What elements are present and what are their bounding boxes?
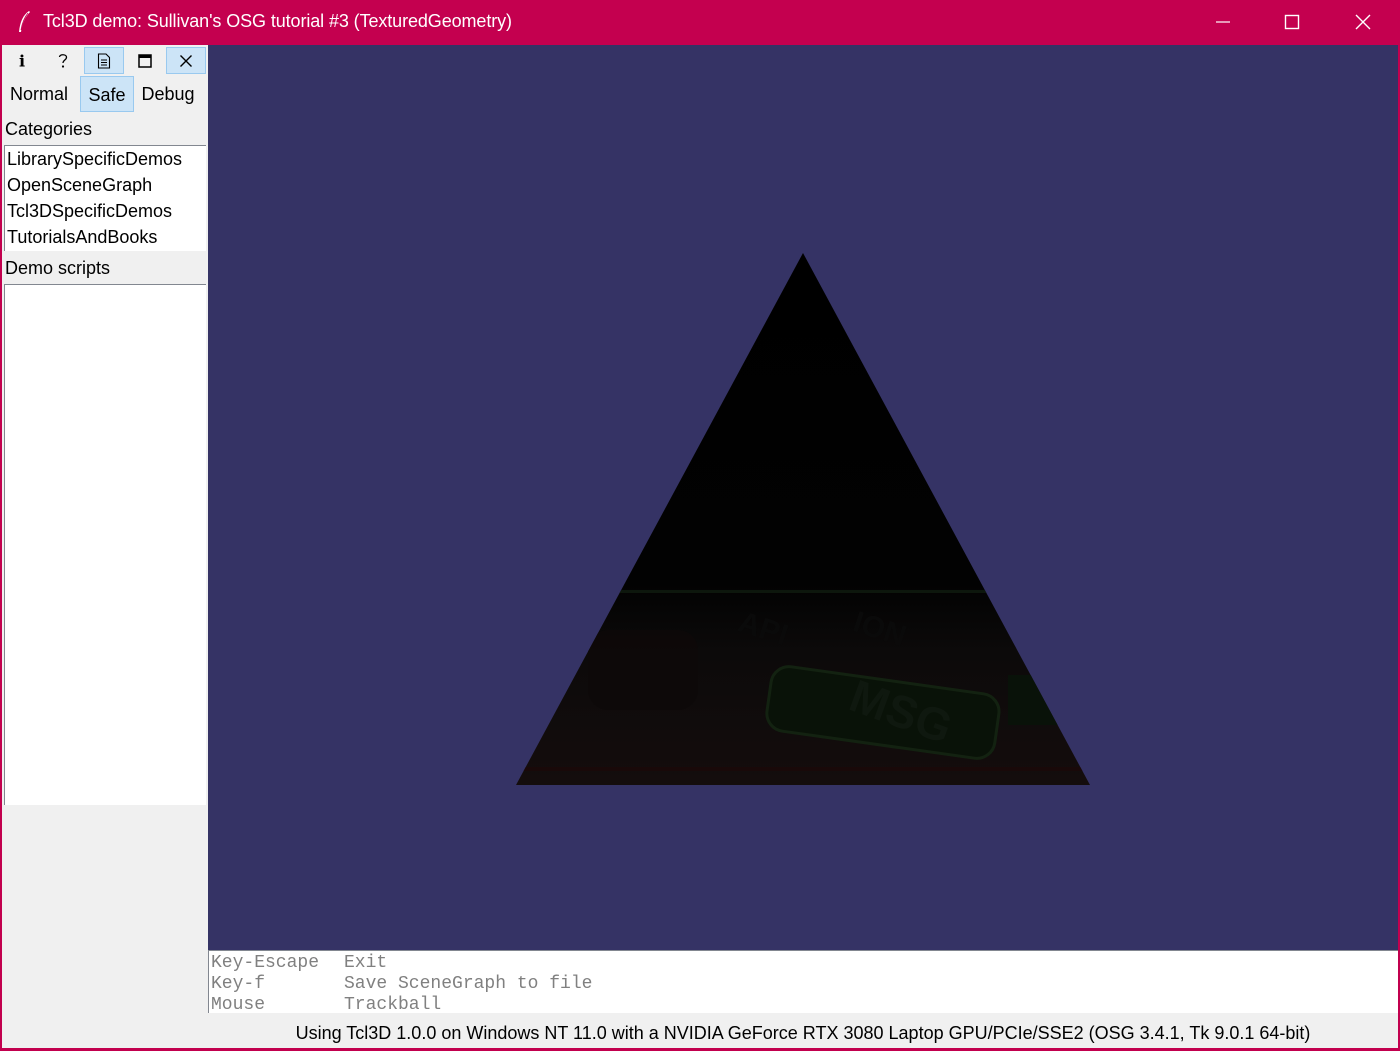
info-button[interactable]: i: [2, 47, 42, 74]
help-action: Save SceneGraph to file: [344, 974, 593, 994]
maximize-icon: [1284, 14, 1300, 30]
help-row: Mouse Trackball: [211, 995, 1398, 1016]
list-item[interactable]: Tcl3DSpecificDemos: [5, 198, 206, 224]
list-item[interactable]: OpenSceneGraph: [5, 172, 206, 198]
help-action: Exit: [344, 953, 388, 973]
window-title: Tcl3D demo: Sullivan's OSG tutorial #3 (…: [43, 11, 512, 31]
demo-scripts-list[interactable]: [4, 284, 206, 805]
categories-list[interactable]: LibrarySpecificDemos OpenSceneGraph Tcl3…: [4, 145, 206, 251]
help-action: Trackball: [344, 995, 442, 1015]
close-icon: [1355, 14, 1371, 30]
title-bar: Tcl3D demo: Sullivan's OSG tutorial #3 (…: [0, 0, 1400, 45]
mode-safe-button[interactable]: Safe: [80, 76, 134, 112]
demo-scripts-label: Demo scripts: [5, 258, 111, 278]
close-button[interactable]: [1328, 0, 1398, 45]
list-item[interactable]: LibrarySpecificDemos: [5, 146, 206, 172]
help-icon: [58, 53, 68, 68]
help-key: Key-Escape: [211, 953, 320, 973]
sidebar: i Normal Safe Debug Categories LibrarySp…: [2, 45, 208, 1007]
view-source-button[interactable]: [84, 47, 124, 74]
fullscreen-button[interactable]: [125, 47, 165, 74]
info-icon: i: [18, 51, 26, 70]
minimize-icon: [1216, 21, 1230, 23]
help-row: Key-f Save SceneGraph to file: [211, 974, 1398, 995]
help-key: Key-f: [211, 974, 266, 994]
categories-label: Categories: [5, 119, 93, 139]
scene-render: MSG API ION: [516, 253, 1090, 785]
list-item[interactable]: TutorialsAndBooks: [5, 224, 206, 250]
help-text: Key-Escape Exit Key-f Save SceneGraph to f…: [208, 950, 1398, 1016]
mode-debug-button[interactable]: Debug: [135, 76, 201, 112]
help-key: Mouse: [211, 995, 266, 1015]
close-icon: [180, 54, 192, 67]
help-row: Key-Escape Exit: [211, 953, 1398, 974]
status-bar: Using Tcl3D 1.0.0 on Windows NT 11.0 wit…: [295, 1023, 1311, 1043]
help-button[interactable]: [43, 47, 83, 74]
window-client: i Normal Safe Debug Categories LibrarySp…: [2, 45, 1398, 1048]
minimize-button[interactable]: [1188, 0, 1258, 45]
window-icon: [138, 53, 152, 68]
maximize-button[interactable]: [1257, 0, 1327, 45]
opengl-viewport[interactable]: MSG API ION: [208, 45, 1398, 950]
document-icon: [97, 52, 111, 69]
feather-icon: [19, 11, 30, 32]
exit-button[interactable]: [166, 47, 206, 74]
mode-normal-button[interactable]: Normal: [5, 76, 73, 112]
